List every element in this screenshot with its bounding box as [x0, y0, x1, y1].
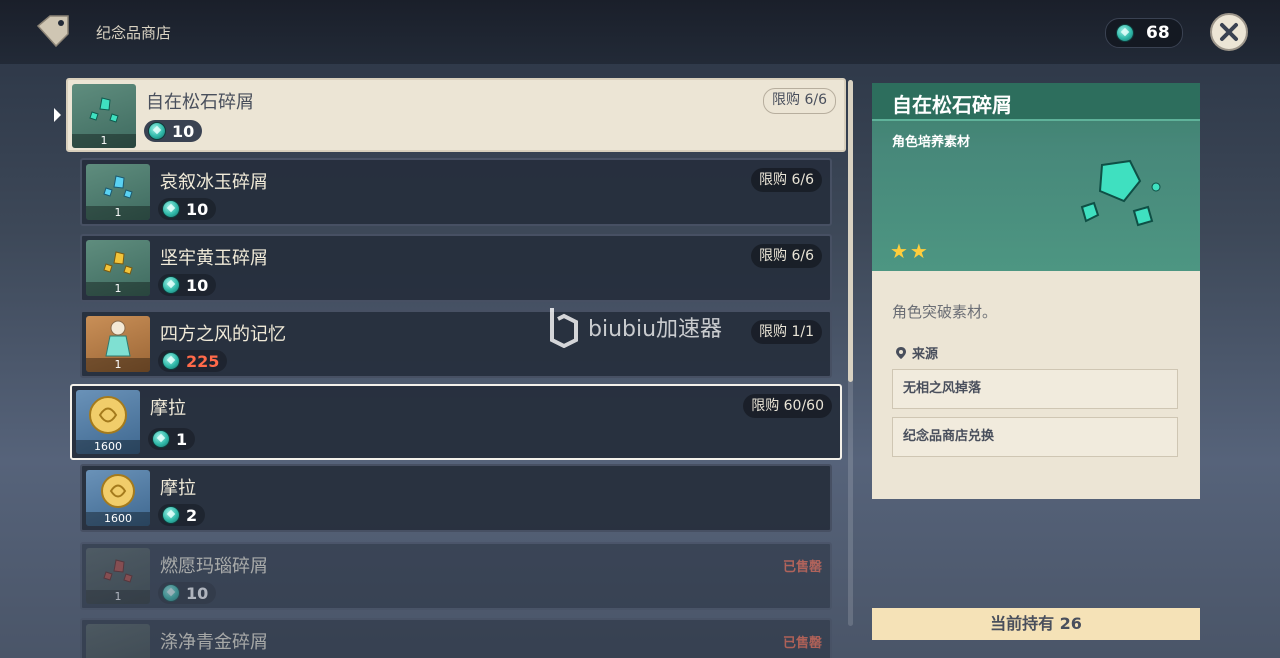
mora-coin-icon: [101, 474, 135, 508]
item-price: 1: [148, 428, 196, 450]
page-title: 纪念品商店: [96, 24, 172, 42]
item-quantity: 1: [86, 206, 150, 220]
mora-coin-icon: [1116, 24, 1134, 42]
item-quantity: 1: [86, 358, 150, 372]
price-value: 10: [186, 199, 209, 219]
item-thumbnail: 1: [86, 240, 150, 296]
close-icon: [1220, 23, 1238, 41]
location-pin-icon: [896, 347, 906, 359]
price-value: 2: [186, 505, 198, 525]
purchase-limit: 限购 60/60: [743, 394, 832, 418]
list-item[interactable]: 1600 摩拉 1 限购 60/60: [70, 384, 842, 460]
item-description: 角色突破素材。: [892, 303, 998, 321]
item-type: 角色培养素材: [892, 135, 971, 150]
item-quantity: 1600: [86, 512, 150, 526]
item-price: 10: [158, 274, 217, 296]
watermark-text: biubiu加速器: [588, 317, 723, 342]
price-value: 225: [186, 351, 220, 371]
mora-coin-icon: [152, 430, 170, 448]
source-item[interactable]: 无相之风掉落: [892, 369, 1178, 409]
source-heading: 来源: [896, 343, 938, 362]
ice-gem-icon: [103, 175, 133, 199]
currency-display: 68: [1105, 18, 1183, 48]
item-name: 坚牢黄玉碎屑: [160, 248, 268, 269]
item-name: 四方之风的记忆: [160, 324, 286, 345]
item-thumbnail: 1: [86, 164, 150, 220]
item-quantity: 1: [72, 134, 136, 148]
list-item[interactable]: 1 燃愿玛瑙碎屑 10 已售罄: [80, 542, 832, 610]
source-label-text: 来源: [912, 347, 939, 362]
list-item[interactable]: 1 自在松石碎屑 10 限购 6/6: [66, 78, 846, 152]
price-tag-icon: [36, 15, 69, 48]
currency-amount: 68: [1146, 23, 1170, 43]
sold-out-badge: 已售罄: [782, 560, 822, 575]
item-thumbnail: 1600: [76, 390, 140, 454]
item-name: 自在松石碎屑: [146, 92, 254, 113]
top-bar: 纪念品商店 68: [0, 0, 1280, 64]
item-name: 涤净青金碎屑: [160, 632, 268, 653]
purchase-limit: 限购 1/1: [751, 320, 822, 344]
item-price: 10: [144, 120, 203, 142]
selection-pointer-icon: [54, 108, 61, 122]
item-price: 10: [158, 582, 217, 604]
watermark: biubiu加速器: [548, 306, 722, 348]
item-price: 10: [158, 198, 217, 220]
item-thumbnail: 1: [86, 548, 150, 604]
price-value: 10: [172, 121, 195, 141]
mora-coin-icon: [162, 584, 180, 602]
purchase-limit: 限购 6/6: [751, 244, 822, 268]
mora-coin-icon: [162, 506, 180, 524]
list-item[interactable]: 1600 摩拉 2: [80, 464, 832, 532]
list-item[interactable]: 1 哀叙冰玉碎屑 10 限购 6/6: [80, 158, 832, 226]
mora-coin-icon: [89, 396, 127, 434]
price-value: 10: [186, 275, 209, 295]
rarity-stars: ★★: [890, 239, 930, 263]
item-price: 2: [158, 504, 206, 526]
item-name: 燃愿玛瑙碎屑: [160, 556, 268, 577]
list-item[interactable]: 1 坚牢黄玉碎屑 10 限购 6/6: [80, 234, 832, 302]
mora-coin-icon: [162, 200, 180, 218]
topaz-gem-icon: [103, 251, 133, 275]
biubiu-logo-icon: [550, 308, 578, 348]
sold-out-badge: 已售罄: [782, 636, 822, 651]
memory-figure-icon: [105, 320, 131, 357]
item-name: 摩拉: [150, 398, 186, 419]
turquoise-gem-icon: [89, 97, 119, 123]
item-quantity: 1600: [76, 440, 140, 454]
purchase-limit: 限购 6/6: [751, 168, 822, 192]
price-value: 1: [176, 429, 188, 449]
detail-title: 自在松石碎屑: [892, 93, 1012, 117]
item-thumbnail: 1: [72, 84, 136, 148]
item-thumbnail: 1: [86, 316, 150, 372]
detail-header: 自在松石碎屑 角色培养素材 ★★: [872, 83, 1200, 271]
agate-gem-icon: [103, 559, 133, 583]
item-thumbnail: [86, 624, 150, 658]
detail-panel: 自在松石碎屑 角色培养素材 ★★ 角色突破素材。 来源 无相之风掉落 纪念品商店…: [872, 83, 1200, 499]
detail-title-bar: 自在松石碎屑: [872, 83, 1200, 121]
item-name: 摩拉: [160, 478, 196, 499]
list-item[interactable]: 涤净青金碎屑 已售罄: [80, 618, 832, 658]
turquoise-gem-icon: [1080, 159, 1161, 227]
source-item[interactable]: 纪念品商店兑换: [892, 417, 1178, 457]
item-thumbnail: 1600: [86, 470, 150, 526]
scrollbar[interactable]: [848, 80, 853, 626]
item-name: 哀叙冰玉碎屑: [160, 172, 268, 193]
item-quantity: 1: [86, 590, 150, 604]
mora-coin-icon: [162, 352, 180, 370]
item-list: 1 自在松石碎屑 10 限购 6/6 1 哀叙冰玉碎屑 10 限购 6/6 1 …: [66, 78, 846, 658]
item-price: 225: [158, 350, 228, 372]
held-count: 当前持有 26: [872, 608, 1200, 640]
mora-coin-icon: [162, 276, 180, 294]
price-value: 10: [186, 583, 209, 603]
close-button[interactable]: [1210, 13, 1248, 51]
item-quantity: 1: [86, 282, 150, 296]
purchase-limit: 限购 6/6: [763, 88, 836, 114]
mora-coin-icon: [148, 122, 166, 140]
scrollbar-thumb[interactable]: [848, 80, 853, 382]
